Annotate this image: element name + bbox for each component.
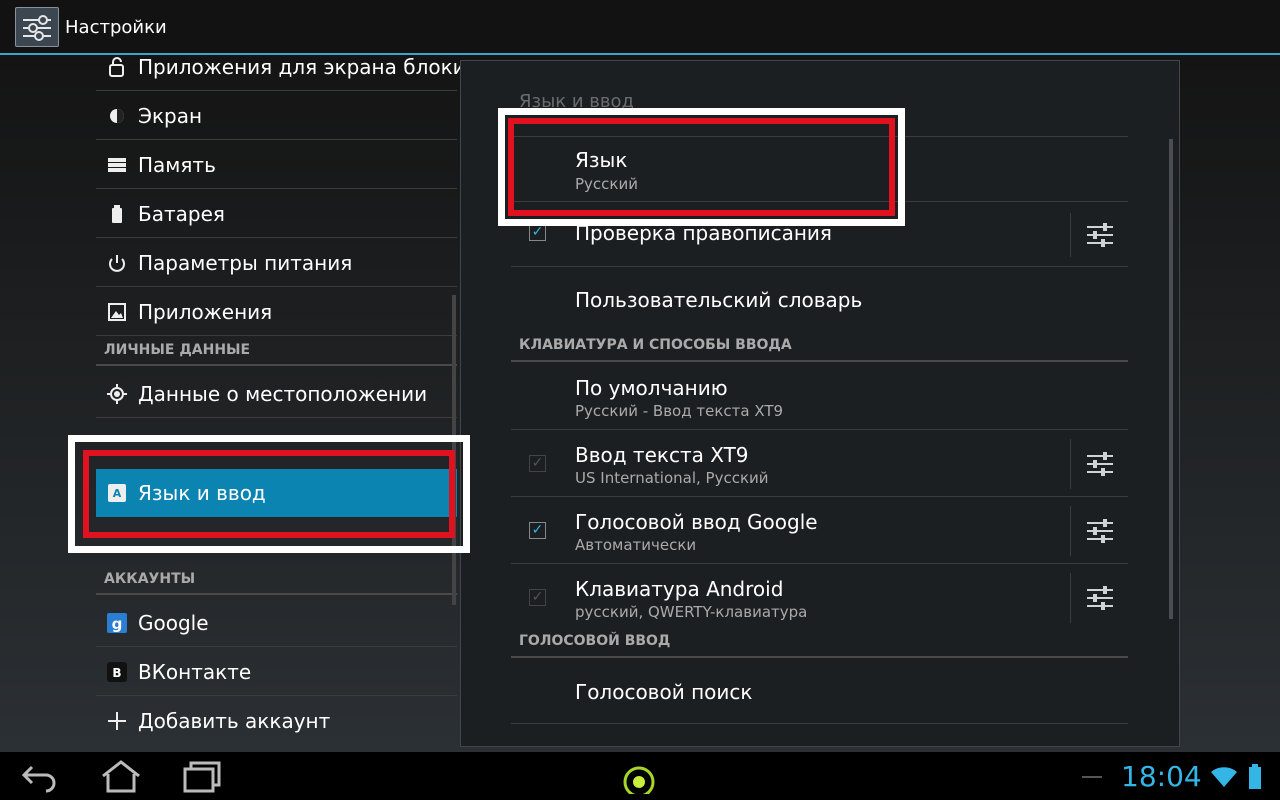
pref-title: Голосовой поиск — [575, 680, 753, 704]
row-divider — [1070, 213, 1071, 257]
recent-apps-icon — [183, 761, 221, 793]
brightness-icon — [106, 105, 128, 127]
launcher-button[interactable] — [618, 758, 664, 798]
location-icon — [106, 383, 128, 405]
highlight-box-language-inner — [508, 118, 895, 216]
home-icon — [102, 760, 140, 793]
svg-text:B: B — [112, 666, 121, 680]
sidebar-item-label: Параметры питания — [138, 251, 353, 275]
system-bar: 18:04 — [0, 752, 1280, 800]
section-header-personal: ЛИЧНЫЕ ДАННЫЕ — [96, 338, 457, 366]
sidebar-item-label: Данные о местоположении — [138, 382, 428, 406]
panel-scrollbar[interactable] — [1169, 139, 1173, 619]
pref-default-ime[interactable]: По умолчанию Русский - Ввод текста XT9 — [511, 364, 1128, 430]
sidebar-item-label: Экран — [138, 104, 203, 128]
sidebar-item-label: Приложения для экрана блоки — [138, 55, 466, 79]
google-voice-settings-icon[interactable] — [1087, 519, 1113, 543]
pref-summary: US International, Русский — [575, 469, 769, 487]
recent-apps-button[interactable] — [180, 758, 226, 794]
settings-app-icon[interactable] — [15, 7, 59, 47]
android-keyboard-settings-icon[interactable] — [1087, 586, 1113, 610]
sidebar-item-add-account[interactable]: Добавить аккаунт — [96, 697, 457, 745]
lock-icon — [106, 56, 128, 78]
battery-status-icon[interactable] — [1248, 764, 1262, 790]
apps-icon — [106, 301, 128, 323]
back-icon — [21, 765, 56, 793]
sidebar-item-power[interactable]: Параметры питания — [96, 239, 457, 287]
google-icon: g — [106, 612, 128, 634]
pref-google-voice[interactable]: ✓ Голосовой ввод Google Автоматически — [511, 498, 1128, 564]
spellcheck-checkbox[interactable]: ✓ — [529, 224, 546, 241]
vk-icon: B — [106, 661, 128, 683]
home-button[interactable] — [98, 758, 144, 794]
clock[interactable]: 18:04 — [1121, 760, 1202, 793]
spellcheck-settings-icon[interactable] — [1087, 223, 1113, 247]
android-keyboard-checkbox[interactable]: ✓ — [529, 589, 546, 606]
pref-android-keyboard[interactable]: ✓ Клавиатура Android русский, QWERTY-кла… — [511, 565, 1128, 631]
row-divider — [1070, 506, 1071, 556]
power-icon — [106, 252, 128, 274]
plus-icon — [106, 710, 128, 732]
category-voice-input: ГОЛОСОВОЙ ВВОД — [511, 630, 1128, 658]
pref-user-dictionary[interactable]: Пользовательский словарь — [511, 268, 1128, 332]
sidebar-item-battery[interactable]: Батарея — [96, 190, 457, 238]
category-keyboard-input: КЛАВИАТУРА И СПОСОБЫ ВВОДА — [511, 334, 1128, 362]
row-divider — [1070, 573, 1071, 623]
highlight-box-menu-inner — [83, 450, 455, 538]
sidebar-item-google-account[interactable]: g Google — [96, 599, 457, 647]
sidebar-item-storage[interactable]: Память — [96, 141, 457, 189]
sidebar-item-display[interactable]: Экран — [96, 92, 457, 140]
sidebar-item-apps[interactable]: Приложения — [96, 288, 457, 336]
pref-voice-search[interactable]: Голосовой поиск — [511, 660, 1128, 724]
pref-summary: Автоматически — [575, 536, 697, 554]
back-button[interactable] — [18, 758, 64, 794]
xt9-checkbox[interactable]: ✓ — [529, 455, 546, 472]
settings-headers-list: Приложения для экрана блоки Экран Память… — [96, 55, 466, 752]
pref-xt9[interactable]: ✓ Ввод текста XT9 US International, Русс… — [511, 431, 1128, 497]
sidebar-item-label: Приложения — [138, 300, 273, 324]
highlight-box-menu — [68, 435, 470, 553]
highlight-box-language — [498, 108, 905, 226]
pref-title: Голосовой ввод Google — [575, 510, 818, 534]
battery-icon — [106, 203, 128, 225]
pref-title: Пользовательский словарь — [575, 288, 863, 312]
xt9-settings-icon[interactable] — [1087, 452, 1113, 476]
sidebar-item-label: Память — [138, 153, 216, 177]
wifi-icon[interactable] — [1210, 766, 1238, 790]
pref-title: Ввод текста XT9 — [575, 443, 749, 467]
section-header-accounts: АККАУНТЫ — [96, 567, 457, 595]
pref-title: По умолчанию — [575, 376, 728, 400]
sidebar-item-label: Google — [138, 611, 209, 635]
sidebar-item-lockscreen-apps[interactable]: Приложения для экрана блоки — [96, 43, 466, 91]
google-voice-checkbox[interactable]: ✓ — [529, 522, 546, 539]
sidebar-item-label: Добавить аккаунт — [138, 709, 331, 733]
notification-dash-icon[interactable] — [1080, 774, 1104, 780]
pref-summary: Русский - Ввод текста XT9 — [575, 402, 784, 420]
sidebar-item-label: ВКонтакте — [138, 660, 252, 684]
pref-title: Клавиатура Android — [575, 577, 784, 601]
pref-summary: русский, QWERTY-клавиатура — [575, 603, 808, 621]
sidebar-item-location[interactable]: Данные о местоположении — [96, 370, 457, 418]
sidebar-item-label: Батарея — [138, 202, 225, 226]
svg-text:g: g — [112, 615, 123, 633]
sidebar-item-vk-account[interactable]: B ВКонтакте — [96, 648, 457, 696]
app-title: Настройки — [65, 17, 167, 38]
settings-content: Приложения для экрана блоки Экран Память… — [0, 55, 1280, 752]
launcher-ring-icon — [623, 766, 655, 798]
row-divider — [1070, 439, 1071, 489]
storage-icon — [106, 154, 128, 176]
